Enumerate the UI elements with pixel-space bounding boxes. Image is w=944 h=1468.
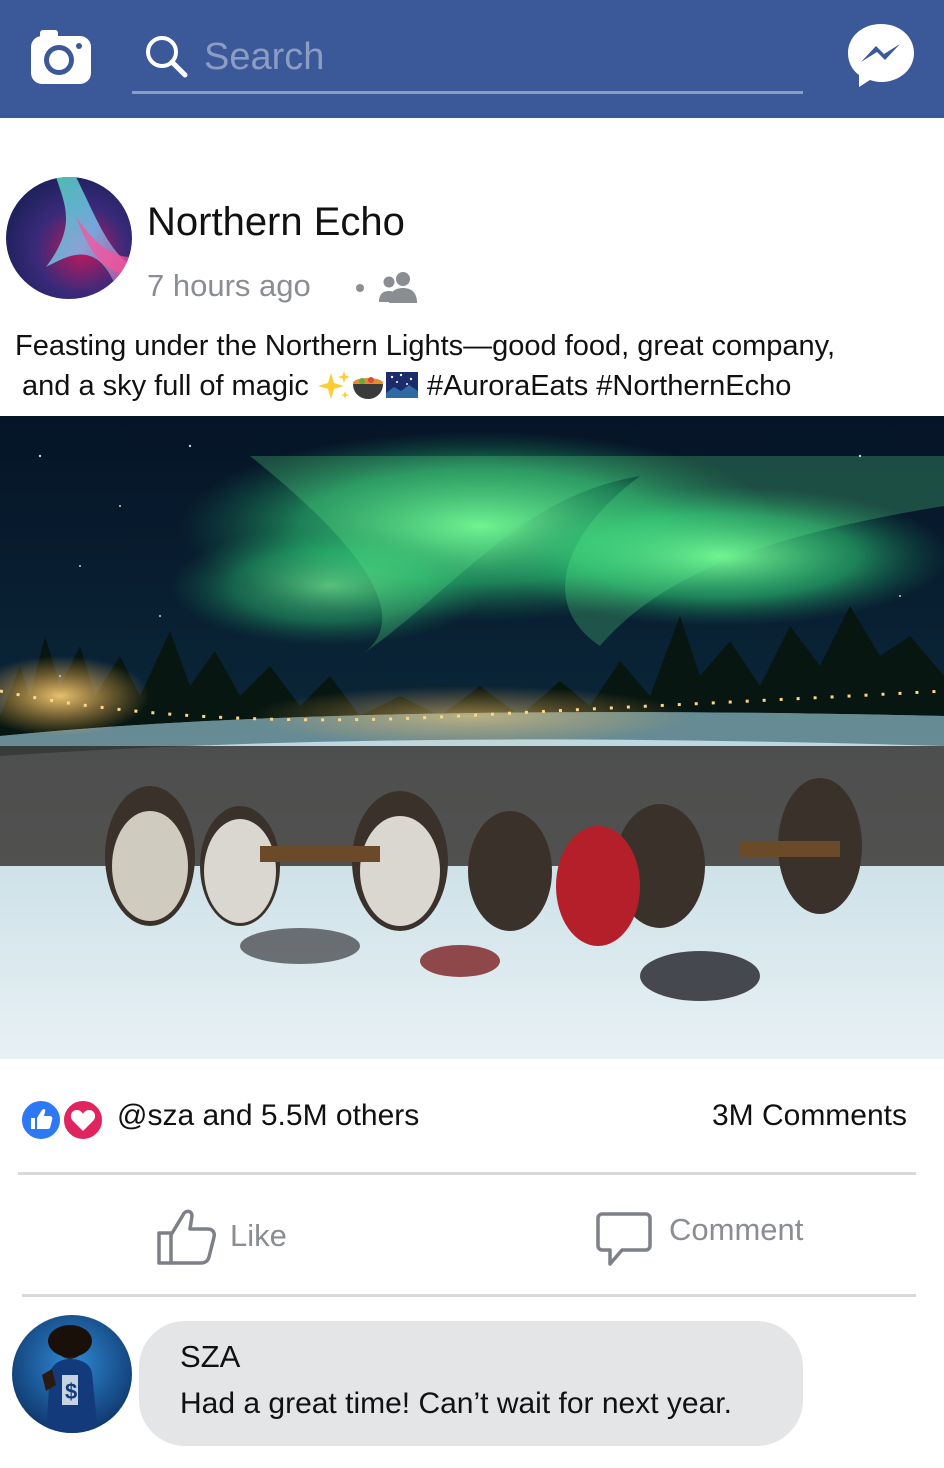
messenger-icon (848, 24, 914, 87)
comments-count[interactable]: 3M Comments (712, 1099, 907, 1133)
separator-dot (356, 284, 364, 292)
caption-text: and a sky full of magic (22, 370, 309, 402)
search-input[interactable] (204, 30, 784, 84)
stew-emoji (352, 377, 383, 399)
page-avatar[interactable] (6, 177, 132, 299)
comment-author[interactable]: SZA (180, 1339, 240, 1375)
svg-text:$: $ (65, 1379, 77, 1404)
like-reaction-icon (20, 1099, 62, 1141)
sza-avatar-image: $ (12, 1315, 132, 1433)
post-photo[interactable] (0, 416, 944, 1059)
caption-line-2: and a sky full of magic #AuroraEats #Nor… (15, 366, 940, 406)
aurora-feast-photo (0, 416, 944, 1059)
comment-icon (596, 1212, 652, 1266)
comment-text: Had a great time! Can’t wait for next ye… (180, 1387, 732, 1420)
post-caption: Feasting under the Northern Lights—good … (15, 326, 940, 406)
love-reaction-icon (62, 1099, 104, 1141)
search-icon (146, 36, 188, 78)
thumbs-up-icon (157, 1209, 216, 1265)
messenger-button[interactable] (846, 20, 916, 90)
caption-hashtags[interactable]: #AuroraEats #NorthernEcho (427, 370, 791, 402)
like-button[interactable]: Like (155, 1205, 355, 1271)
camera-button[interactable] (28, 26, 94, 88)
like-label: Like (230, 1218, 287, 1253)
aurora-avatar-image (6, 177, 132, 299)
sparkles-emoji (317, 371, 350, 399)
top-bar (0, 0, 944, 118)
page-name[interactable]: Northern Echo (147, 200, 405, 245)
caption-line-1: Feasting under the Northern Lights—good … (15, 330, 836, 362)
commenter-avatar[interactable]: $ (12, 1315, 132, 1433)
camera-icon (31, 30, 91, 84)
divider (18, 1172, 916, 1175)
reaction-icons[interactable] (20, 1098, 106, 1142)
search-bar[interactable] (132, 26, 803, 94)
comment-bubble: SZA Had a great time! Can’t wait for nex… (139, 1321, 803, 1446)
post-timestamp[interactable]: 7 hours ago (147, 268, 311, 304)
friends-icon[interactable] (378, 270, 418, 304)
night-sky-emoji (385, 372, 418, 398)
comment-label: Comment (669, 1212, 804, 1247)
likes-summary[interactable]: @sza and 5.5M others (117, 1099, 419, 1133)
comment-button[interactable]: Comment (596, 1208, 856, 1274)
divider (22, 1294, 916, 1297)
